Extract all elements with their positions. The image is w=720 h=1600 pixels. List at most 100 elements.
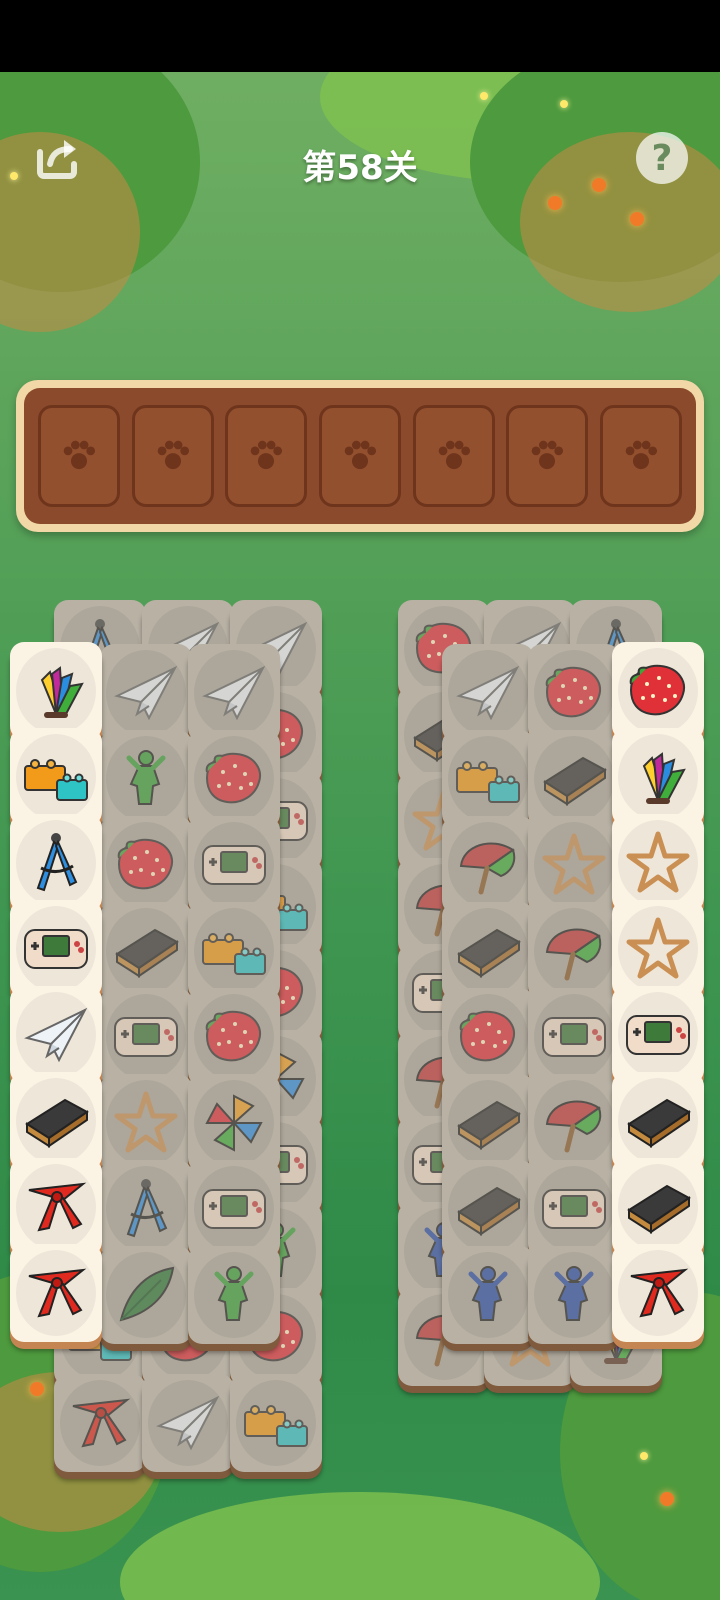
- red-scarf-icon: [28, 1268, 87, 1318]
- tile-compass[interactable]: [10, 814, 102, 912]
- paw-icon: [438, 440, 470, 470]
- tray-slot: [599, 405, 682, 507]
- covered-tile: [188, 1160, 280, 1258]
- covered-tile: [100, 1160, 192, 1258]
- covered-tile: [188, 902, 280, 1000]
- paper-plane-icon: [202, 665, 266, 721]
- covered-tile: [100, 816, 192, 914]
- tile-chalkboard-eraser[interactable]: [612, 1072, 704, 1170]
- game-console-icon: [542, 1017, 606, 1057]
- shuttlecock-icon: [642, 752, 686, 804]
- tile-strawberry[interactable]: [612, 642, 704, 740]
- covered-tile: [100, 1246, 192, 1344]
- game-console-icon: [202, 845, 266, 885]
- tray-slot: [225, 405, 308, 507]
- tray-slot: [318, 405, 401, 507]
- tile-chalkboard-eraser[interactable]: [10, 1072, 102, 1170]
- red-scarf-icon: [630, 1268, 689, 1318]
- covered-tile: [442, 988, 534, 1086]
- tile-game-console[interactable]: [612, 986, 704, 1084]
- tile-star[interactable]: [612, 900, 704, 998]
- toy-bricks-icon: [456, 761, 520, 803]
- chalkboard-eraser-icon: [457, 1186, 521, 1236]
- level-title: 第58关: [302, 148, 418, 188]
- covered-tile: [442, 902, 534, 1000]
- toy-bricks-icon: [244, 1405, 308, 1447]
- toy-bricks-icon: [202, 933, 266, 975]
- covered-tile: [442, 644, 534, 742]
- game-console-icon: [542, 1189, 606, 1229]
- strawberry-icon: [629, 664, 685, 716]
- covered-tile: [442, 730, 534, 828]
- figure-blue-icon: [468, 1266, 508, 1321]
- paw-icon: [63, 440, 96, 470]
- game-console-icon: [24, 929, 88, 969]
- tile-game-console[interactable]: [10, 900, 102, 998]
- red-scarf-icon: [72, 1398, 131, 1448]
- covered-tile: [100, 1074, 192, 1172]
- figure-icon: [126, 750, 166, 805]
- umbrella-icon: [545, 928, 602, 981]
- chalkboard-eraser-icon: [627, 1184, 691, 1234]
- game-console-icon: [626, 1015, 690, 1055]
- tile-red-scarf[interactable]: [10, 1244, 102, 1342]
- covered-tile: [528, 1074, 620, 1172]
- tile-chalkboard-eraser[interactable]: [612, 1158, 704, 1256]
- covered-tile: [442, 1160, 534, 1258]
- tile-shuttlecock[interactable]: [10, 642, 102, 740]
- strawberry-icon: [117, 838, 173, 890]
- help-button[interactable]: ?: [634, 130, 690, 186]
- star-icon: [542, 833, 606, 895]
- umbrella-icon: [459, 842, 516, 895]
- tile-shuttlecock[interactable]: [612, 728, 704, 826]
- figure-blue-icon: [554, 1266, 594, 1321]
- compass-icon: [126, 1179, 168, 1238]
- covered-tile: [100, 644, 192, 742]
- tray-slot: [506, 405, 589, 507]
- star-icon: [626, 831, 690, 893]
- covered-tile: [100, 988, 192, 1086]
- covered-tile: [528, 644, 620, 742]
- paw-icon: [625, 440, 657, 470]
- chalkboard-eraser-icon: [457, 928, 521, 978]
- covered-tile: [528, 902, 620, 1000]
- tile-toy-bricks[interactable]: [10, 728, 102, 826]
- covered-tile: [188, 644, 280, 742]
- paw-icon: [531, 440, 564, 470]
- game-console-icon: [202, 1189, 266, 1229]
- covered-tile: [188, 1246, 280, 1344]
- umbrella-icon: [545, 1100, 602, 1153]
- star-icon: [114, 1091, 178, 1153]
- paper-plane-icon: [156, 1395, 220, 1451]
- tile-red-scarf[interactable]: [10, 1158, 102, 1256]
- covered-tile: [188, 988, 280, 1086]
- covered-tile: [442, 1074, 534, 1172]
- game-console-icon: [114, 1017, 178, 1057]
- tile-star[interactable]: [612, 814, 704, 912]
- pinwheel-icon: [205, 1094, 263, 1152]
- tray-slot: [38, 405, 120, 507]
- covered-tile: [188, 1074, 280, 1172]
- tile-paper-plane[interactable]: [10, 986, 102, 1084]
- strawberry-icon: [205, 752, 261, 804]
- covered-tile: [230, 1374, 322, 1472]
- tray-slot: [412, 405, 495, 507]
- covered-tile: [528, 1246, 620, 1344]
- covered-tile: [528, 1160, 620, 1258]
- covered-tile: [100, 730, 192, 828]
- compass-icon: [36, 833, 78, 892]
- chalkboard-eraser-icon: [115, 928, 179, 978]
- covered-tile: [142, 1374, 234, 1472]
- help-icon: ?: [636, 132, 688, 184]
- paper-plane-icon: [114, 665, 178, 721]
- strawberry-icon: [459, 1010, 515, 1062]
- tile-red-scarf[interactable]: [612, 1244, 704, 1342]
- chalkboard-eraser-icon: [457, 1100, 521, 1150]
- paper-plane-icon: [24, 1007, 88, 1063]
- covered-tile: [100, 902, 192, 1000]
- covered-tile: [528, 730, 620, 828]
- tray-slot: [131, 405, 214, 507]
- figure-icon: [214, 1266, 254, 1321]
- red-scarf-icon: [28, 1182, 87, 1232]
- covered-tile: [442, 816, 534, 914]
